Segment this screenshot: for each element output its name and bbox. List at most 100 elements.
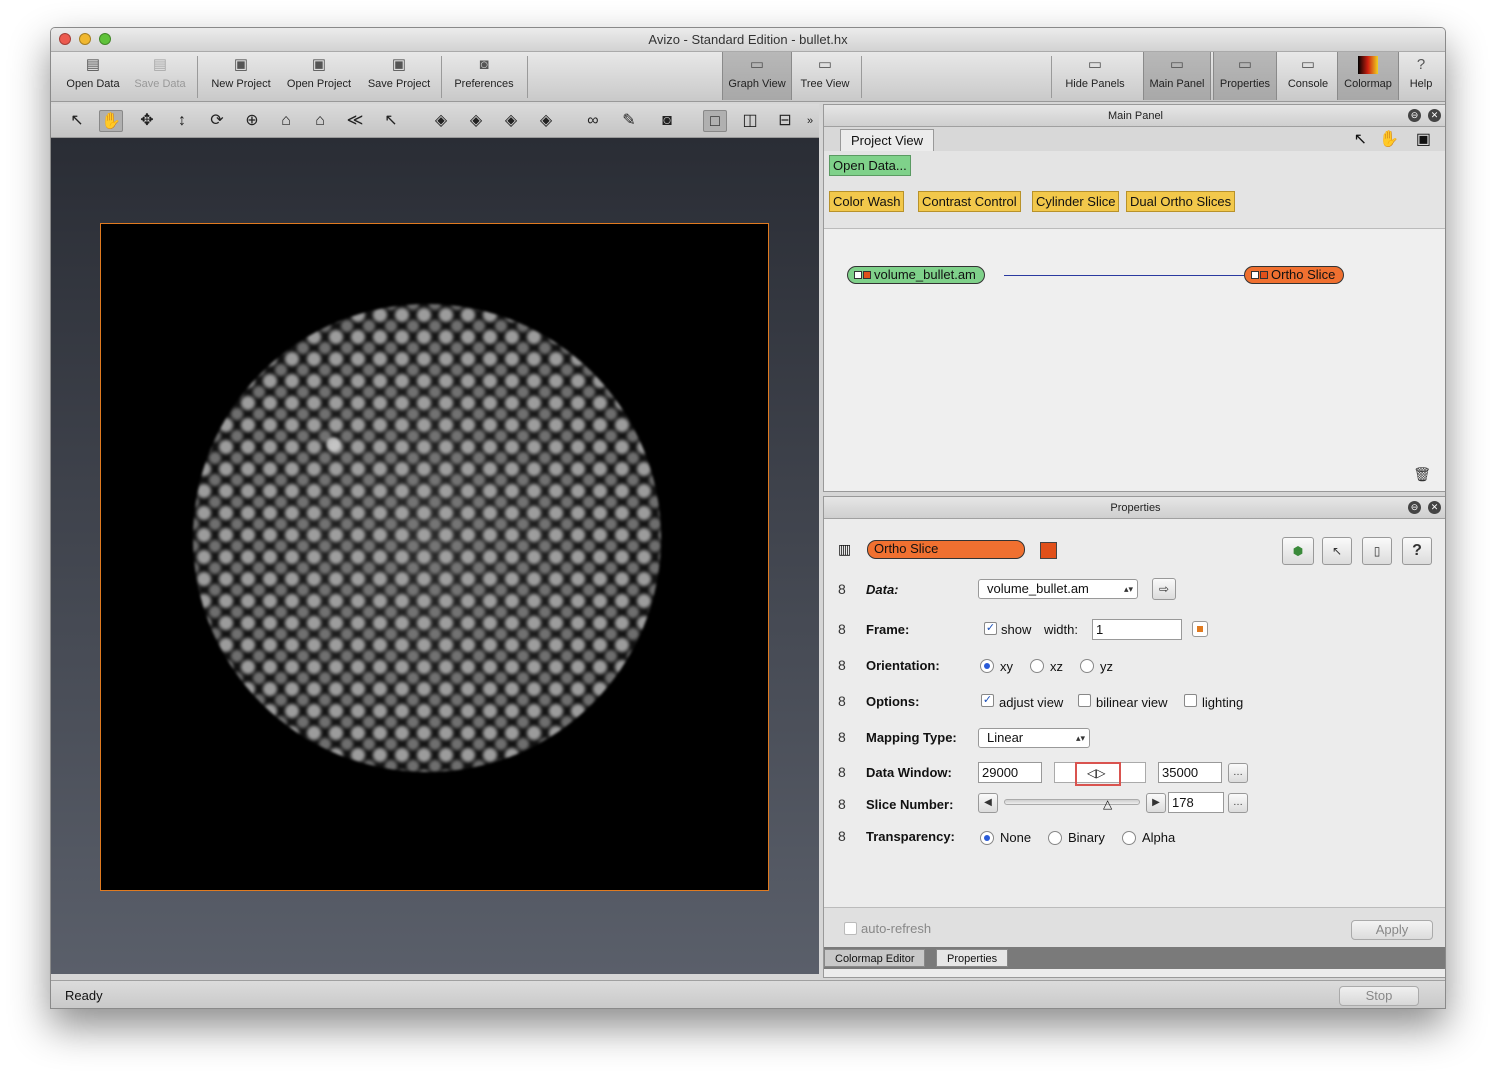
data-select[interactable]: volume_bullet.am ▴▾ bbox=[978, 579, 1138, 599]
port-pin-icon[interactable]: 8 bbox=[838, 621, 846, 637]
port-pin-icon[interactable]: 8 bbox=[838, 828, 846, 844]
data-window-options-icon[interactable]: … bbox=[1228, 763, 1248, 783]
view-all-icon[interactable]: ≪ bbox=[343, 110, 367, 132]
tree-view-button[interactable]: ▭ Tree View bbox=[794, 52, 856, 100]
stop-button[interactable]: Stop bbox=[1339, 986, 1419, 1006]
slider-thumb[interactable]: △ bbox=[1103, 797, 1112, 811]
slice-options-icon[interactable]: … bbox=[1228, 793, 1248, 813]
close-icon[interactable]: ✕ bbox=[1428, 501, 1441, 514]
color-wash-button[interactable]: Color Wash bbox=[829, 191, 905, 212]
port-pin-icon[interactable]: 8 bbox=[838, 693, 846, 709]
hide-panels-button[interactable]: ▭ Hide Panels bbox=[1057, 52, 1133, 100]
module-name-badge[interactable]: Ortho Slice bbox=[867, 540, 1025, 559]
translate-icon[interactable]: ✥ bbox=[135, 110, 159, 132]
tab-colormap-editor[interactable]: Colormap Editor bbox=[824, 949, 926, 967]
main-panel-button[interactable]: ▭ Main Panel bbox=[1143, 52, 1211, 100]
graph-view-button[interactable]: ▭ Graph View bbox=[722, 52, 792, 100]
undock-icon[interactable]: ⊖ bbox=[1408, 109, 1421, 122]
main-panel-icon: ▭ bbox=[1169, 56, 1185, 73]
slice-slider[interactable]: △ bbox=[1004, 797, 1140, 811]
view-xz-icon[interactable]: ◈ bbox=[464, 110, 488, 132]
slice-decrement-icon[interactable]: ◀ bbox=[978, 793, 998, 813]
go-to-data-icon[interactable]: ⇨ bbox=[1152, 578, 1176, 600]
hand-icon[interactable]: ✋ bbox=[1379, 129, 1399, 149]
data-window-max-input[interactable]: 35000 bbox=[1158, 762, 1222, 783]
slice-increment-icon[interactable]: ▶ bbox=[1146, 793, 1166, 813]
port-pin-icon[interactable]: 8 bbox=[838, 657, 846, 673]
mapping-type-select[interactable]: Linear ▴▾ bbox=[978, 728, 1090, 748]
lighting-checkbox[interactable] bbox=[1184, 694, 1197, 707]
save-project-button[interactable]: ▣ Save Project bbox=[363, 52, 435, 100]
data-window-range-slider[interactable]: ◁▷ bbox=[1054, 762, 1146, 786]
adjust-view-checkbox[interactable]: ✓ bbox=[981, 694, 994, 707]
3d-viewer[interactable] bbox=[51, 138, 819, 974]
orientation-xz-radio[interactable] bbox=[1030, 659, 1044, 673]
view-yz-icon[interactable]: ◈ bbox=[499, 110, 523, 132]
save-data-button[interactable]: ▤ Save Data bbox=[129, 52, 191, 100]
pan-hand-icon[interactable]: ✋ bbox=[99, 110, 123, 132]
port-pin-icon[interactable]: 8 bbox=[838, 796, 846, 812]
snapshot-camera-icon[interactable]: ◙ bbox=[655, 110, 679, 132]
slice-number-input[interactable]: 178 bbox=[1168, 792, 1224, 813]
apply-button[interactable]: Apply bbox=[1351, 920, 1433, 940]
orientation-yz-radio[interactable] bbox=[1080, 659, 1094, 673]
properties-button[interactable]: ▭ Properties bbox=[1213, 52, 1277, 100]
frame-color-button[interactable] bbox=[1192, 621, 1208, 637]
frame-width-input[interactable]: 1 bbox=[1092, 619, 1182, 640]
pointer-icon[interactable]: ↖ bbox=[1354, 129, 1367, 149]
help-button[interactable]: ? Help bbox=[1403, 52, 1439, 100]
layout-split-vertical-icon[interactable]: ◫ bbox=[738, 110, 762, 132]
select-arrow-icon[interactable]: ↖ bbox=[65, 110, 89, 132]
port-pin-icon[interactable]: 8 bbox=[838, 729, 846, 745]
open-project-button[interactable]: ▣ Open Project bbox=[283, 52, 355, 100]
seek-icon[interactable]: ↖ bbox=[379, 110, 403, 132]
close-icon[interactable]: ✕ bbox=[1428, 109, 1441, 122]
open-data-button[interactable]: ▤ Open Data bbox=[61, 52, 125, 100]
dual-ortho-slices-button[interactable]: Dual Ortho Slices bbox=[1126, 191, 1236, 212]
open-data-shortcut[interactable]: Open Data... bbox=[829, 155, 911, 176]
set-home-icon[interactable]: ⌂ bbox=[308, 110, 332, 132]
layout-single-icon[interactable]: □ bbox=[703, 110, 727, 132]
pointer-icon[interactable]: ↖ bbox=[1322, 537, 1352, 565]
data-node[interactable]: volume_bullet.am bbox=[847, 266, 985, 284]
auto-refresh-checkbox[interactable] bbox=[844, 922, 857, 935]
transparency-none-radio[interactable] bbox=[980, 831, 994, 845]
contrast-control-button[interactable]: Contrast Control bbox=[918, 191, 1021, 212]
console-button[interactable]: ▭ Console bbox=[1281, 52, 1335, 100]
stereo-glasses-icon[interactable]: ∞ bbox=[581, 110, 605, 132]
port-pin-icon[interactable]: 8 bbox=[838, 581, 846, 597]
more-icon[interactable]: » bbox=[803, 110, 817, 132]
new-project-button[interactable]: ▣ New Project bbox=[205, 52, 277, 100]
view-3d-icon[interactable]: ◈ bbox=[534, 110, 558, 132]
orientation-xy-radio[interactable] bbox=[980, 659, 994, 673]
trash-icon[interactable]: 🗑 bbox=[1413, 466, 1431, 483]
layout-split-horizontal-icon[interactable]: ⊟ bbox=[773, 110, 797, 132]
trackball-icon[interactable]: ⊕ bbox=[240, 110, 264, 132]
properties-icon: ▭ bbox=[1237, 56, 1253, 73]
show-in-viewer-icon[interactable]: ⬢ bbox=[1282, 537, 1314, 565]
view-xy-icon[interactable]: ◈ bbox=[429, 110, 453, 132]
home-icon[interactable]: ⌂ bbox=[274, 110, 298, 132]
range-handles[interactable]: ◁▷ bbox=[1075, 762, 1121, 786]
tab-project-view[interactable]: Project View bbox=[840, 129, 935, 151]
data-window-min-input[interactable]: 29000 bbox=[978, 762, 1042, 783]
frame-row: 8 Frame: ✓ show width: 1 bbox=[824, 617, 1445, 643]
cylinder-slice-button[interactable]: Cylinder Slice bbox=[1032, 191, 1120, 212]
color-swatch[interactable] bbox=[1040, 542, 1057, 559]
rotate-icon[interactable]: ⟳ bbox=[205, 110, 229, 132]
ortho-slice-node[interactable]: Ortho Slice bbox=[1244, 266, 1345, 284]
undock-icon[interactable]: ⊖ bbox=[1408, 501, 1421, 514]
tab-properties[interactable]: Properties bbox=[936, 949, 1009, 967]
colormap-button[interactable]: Colormap bbox=[1337, 52, 1399, 100]
transparency-alpha-radio[interactable] bbox=[1122, 831, 1136, 845]
frame-show-checkbox[interactable]: ✓ bbox=[984, 622, 997, 635]
port-pin-icon[interactable]: 8 bbox=[838, 764, 846, 780]
bilinear-view-checkbox[interactable] bbox=[1078, 694, 1091, 707]
measure-icon[interactable]: ✎ bbox=[617, 110, 641, 132]
auto-arrange-icon[interactable]: ▣ bbox=[1416, 129, 1431, 149]
transparency-binary-radio[interactable] bbox=[1048, 831, 1062, 845]
dolly-icon[interactable]: ↕ bbox=[170, 110, 194, 132]
preferences-button[interactable]: ◙ Preferences bbox=[449, 52, 519, 100]
help-icon[interactable]: ? bbox=[1402, 537, 1432, 565]
pin-icon[interactable]: ▯ bbox=[1362, 537, 1392, 565]
